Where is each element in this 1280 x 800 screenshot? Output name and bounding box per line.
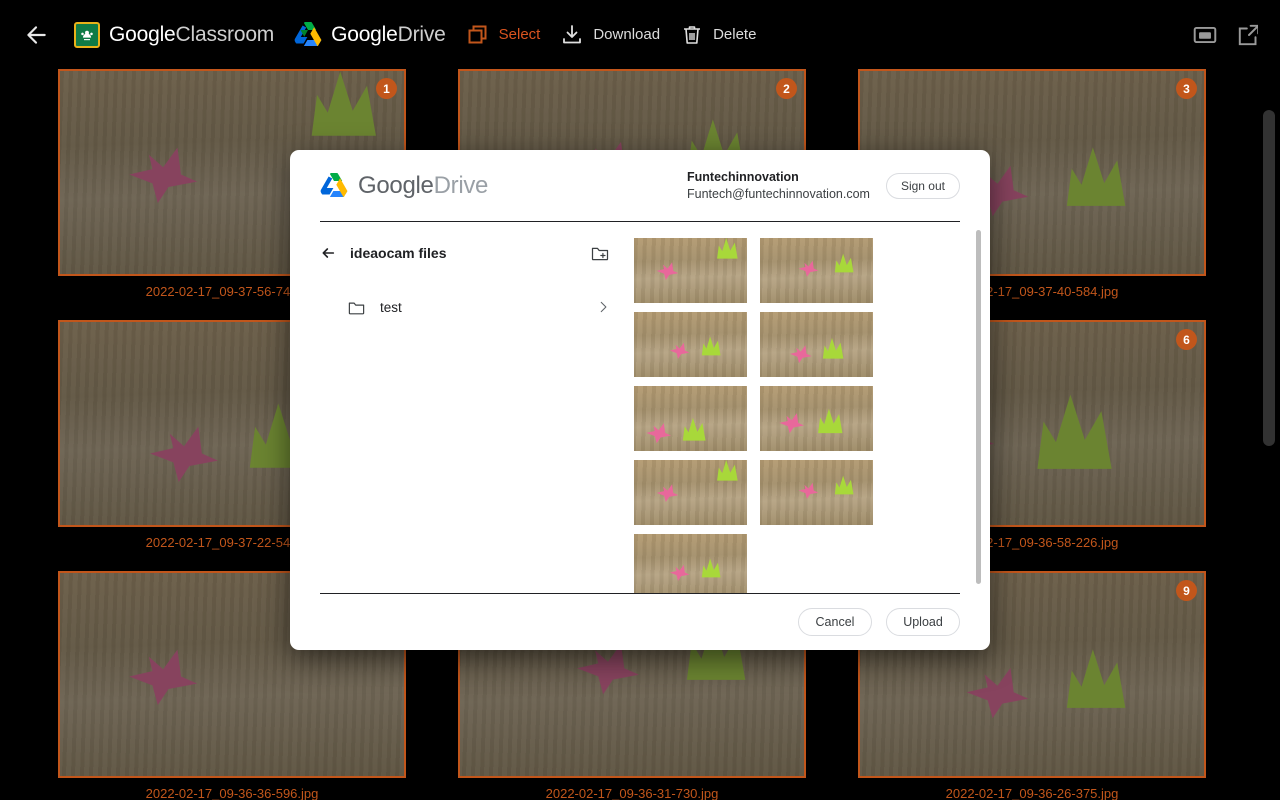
breadcrumb-title: ideaocam files xyxy=(350,245,447,261)
folder-icon xyxy=(347,298,366,317)
download-label: Download xyxy=(593,26,661,43)
google-drive-picker-dialog: GoogleDrive Funtechinnovation Funtech@fu… xyxy=(290,150,990,650)
arrow-left-icon xyxy=(27,25,46,44)
dialog-header: GoogleDrive Funtechinnovation Funtech@fu… xyxy=(290,150,990,221)
drive-file-thumbnail[interactable] xyxy=(760,312,873,377)
google-classroom-icon xyxy=(74,21,100,48)
selection-badge: 9 xyxy=(1176,580,1197,601)
new-folder-button[interactable] xyxy=(590,243,610,263)
select-button[interactable]: Select xyxy=(456,13,551,57)
account-name: Funtechinnovation xyxy=(687,169,799,184)
picture-in-picture-icon xyxy=(1193,26,1217,43)
drive-file-thumbnail[interactable] xyxy=(634,460,747,525)
top-toolbar: GoogleClassroom GoogleDrive Select Downl… xyxy=(0,0,1280,69)
drive-file-thumbnail[interactable] xyxy=(760,386,873,451)
selection-badge: 6 xyxy=(1176,329,1197,350)
folder-name: test xyxy=(380,299,402,315)
download-button[interactable]: Download xyxy=(550,13,670,57)
dialog-footer: Cancel Upload xyxy=(290,594,990,650)
sign-out-button[interactable]: Sign out xyxy=(885,172,960,199)
picture-in-picture-button[interactable] xyxy=(1192,22,1218,48)
app-root: GoogleClassroom GoogleDrive Select Downl… xyxy=(0,0,1280,800)
selection-badge: 3 xyxy=(1176,78,1197,99)
photo-caption: 2022-02-17_09-36-31-730.jpg xyxy=(545,786,719,800)
google-drive-label: GoogleDrive xyxy=(331,22,446,46)
drive-file-thumbnail[interactable] xyxy=(760,460,873,525)
google-drive-icon xyxy=(294,21,322,48)
trash-icon xyxy=(684,25,701,44)
delete-button[interactable]: Delete xyxy=(670,13,766,57)
breadcrumb: ideaocam files xyxy=(320,240,610,266)
folder-browser-panel: ideaocam files test xyxy=(290,222,630,593)
drive-file-thumbnail[interactable] xyxy=(634,312,747,377)
page-scrollbar[interactable] xyxy=(1258,0,1280,800)
dialog-scrollbar-thumb[interactable] xyxy=(976,230,981,584)
breadcrumb-back-button[interactable] xyxy=(320,245,336,261)
selection-badge: 1 xyxy=(376,78,397,99)
folder-list-item[interactable]: test xyxy=(320,292,610,322)
photo-caption: 2022-02-17_09-36-36-596.jpg xyxy=(145,786,319,800)
account-email: Funtech@funtechinnovation.com xyxy=(687,186,870,201)
selection-badge: 2 xyxy=(776,78,797,99)
delete-label: Delete xyxy=(713,26,757,43)
toolbar-right-actions xyxy=(1192,0,1262,69)
account-info: Funtechinnovation Funtech@funtechinnovat… xyxy=(687,169,886,203)
google-drive-brand[interactable]: GoogleDrive xyxy=(284,13,456,57)
download-icon xyxy=(563,24,582,43)
drive-file-thumbnail[interactable] xyxy=(760,238,873,303)
back-button[interactable] xyxy=(8,13,64,57)
copy-select-icon xyxy=(468,25,487,43)
dialog-body: ideaocam files test xyxy=(290,222,990,593)
dialog-brand-label: GoogleDrive xyxy=(358,171,489,199)
google-classroom-brand[interactable]: GoogleClassroom xyxy=(64,13,284,57)
drive-file-thumbnail[interactable] xyxy=(634,534,747,593)
page-scrollbar-thumb[interactable] xyxy=(1263,110,1275,446)
dialog-brand: GoogleDrive xyxy=(320,172,488,200)
drive-file-thumbnail[interactable] xyxy=(634,238,747,303)
cancel-button[interactable]: Cancel xyxy=(798,608,872,636)
upload-button[interactable]: Upload xyxy=(886,608,960,636)
google-classroom-label: GoogleClassroom xyxy=(109,22,275,46)
chevron-right-icon xyxy=(596,300,610,314)
file-thumbnail-panel[interactable] xyxy=(630,222,990,593)
drive-file-thumbnail[interactable] xyxy=(634,386,747,451)
photo-caption: 2022-02-17_09-36-26-375.jpg xyxy=(945,786,1119,800)
select-label: Select xyxy=(498,26,541,43)
google-drive-icon xyxy=(320,172,348,199)
